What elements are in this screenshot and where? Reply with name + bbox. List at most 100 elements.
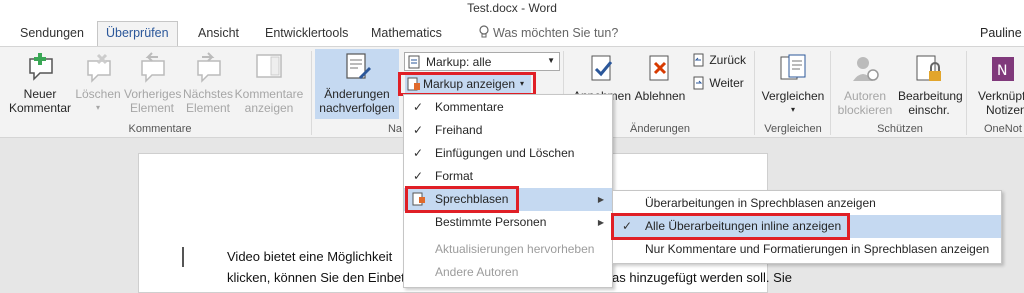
group-label-onenote: OneNot: [984, 123, 1022, 135]
menu-item-label: Aktualisierungen hervorheben: [435, 242, 595, 256]
next-change-label: Weiter: [709, 76, 744, 90]
user-name[interactable]: Pauline F: [980, 22, 1024, 44]
show-comments-label-1: Kommentare: [234, 87, 304, 101]
accept-icon: [591, 55, 613, 81]
block-authors-button[interactable]: Autoren blockieren: [834, 53, 896, 117]
next-change-icon: [693, 76, 704, 90]
ribbon-tabs: Sendungen Überprüfen Ansicht Entwicklert…: [0, 18, 1024, 47]
group-label-protect: Schützen: [877, 123, 923, 135]
tell-me-label: Was möchten Sie tun?: [493, 26, 619, 40]
check-icon: ✓: [413, 100, 424, 114]
lightbulb-icon: [479, 25, 489, 38]
reject-button[interactable]: Ablehnen: [632, 53, 688, 103]
check-icon: ✓: [413, 169, 424, 183]
restrict-editing-icon: [916, 55, 941, 81]
tab-ueberpruefen[interactable]: Überprüfen: [97, 21, 178, 47]
menu-item-label: Format: [435, 169, 474, 183]
chevron-down-icon: ▼: [547, 56, 555, 65]
track-changes-label-2: nachverfolgen: [319, 101, 395, 115]
next-label-1: Nächstes: [183, 87, 234, 101]
menu-item-label: Einfügungen und Löschen: [435, 146, 575, 160]
document-line-1: Video bietet eine Möglichkeit: [227, 249, 393, 264]
track-changes-label-1: Änderungen: [324, 87, 390, 101]
block-authors-label-2: blockieren: [837, 103, 893, 117]
compare-label: Vergleichen: [761, 89, 825, 103]
restrict-editing-label-1: Bearbeitung: [898, 89, 963, 103]
new-comment-label-1: Neuer: [23, 87, 57, 101]
markup-select-value: Markup: alle: [426, 55, 492, 69]
check-icon: ✓: [413, 123, 424, 137]
next-label-2: Element: [185, 101, 231, 115]
menu-item-ink[interactable]: ✓ Freihand: [404, 119, 612, 142]
compare-icon: [780, 54, 806, 80]
submenu-arrow-icon: ▶: [597, 218, 604, 227]
track-changes-icon: [346, 53, 371, 79]
block-authors-icon: [853, 57, 879, 81]
restrict-editing-button[interactable]: Bearbeitung einschr.: [898, 53, 963, 117]
submenu-item-label: Nur Kommentare und Formatierungen in Spr…: [645, 242, 990, 256]
submenu-item-comments-formatting-balloons[interactable]: Nur Kommentare und Formatierungen in Spr…: [613, 238, 1001, 261]
menu-item-insertions-deletions[interactable]: ✓ Einfügungen und Löschen: [404, 142, 612, 165]
menu-item-highlight-updates: Aktualisierungen hervorheben: [404, 238, 612, 261]
change-bar: [182, 247, 184, 267]
tab-entwicklertools[interactable]: Entwicklertools: [257, 22, 356, 46]
menu-item-label: Kommentare: [435, 100, 504, 114]
linked-notes-button[interactable]: N Verknüpf Notizen: [972, 53, 1024, 117]
submenu-item-label: Überarbeitungen in Sprechblasen anzeigen: [645, 196, 876, 210]
previous-change-label: Zurück: [709, 53, 747, 67]
group-label-comments: Kommentare: [128, 123, 192, 135]
document-line-2a: klicken, können Sie den Einbet: [227, 270, 405, 285]
menu-item-other-authors: Andere Autoren: [404, 261, 612, 284]
svg-text:N: N: [997, 63, 1007, 79]
markup-select[interactable]: Markup: alle ▼: [404, 52, 560, 71]
previous-change-button[interactable]: Zurück: [692, 53, 746, 67]
tab-sendungen[interactable]: Sendungen: [12, 22, 92, 46]
compare-dropdown-icon: ▾: [790, 105, 795, 114]
next-comment-icon: [197, 52, 221, 83]
group-label-tracking: Na: [387, 123, 403, 135]
group-separator: [311, 51, 312, 135]
menu-item-label: Freihand: [435, 123, 483, 137]
tab-ansicht[interactable]: Ansicht: [190, 22, 247, 46]
delete-comment-button[interactable]: Löschen ▾: [74, 51, 122, 115]
reject-icon: [649, 55, 669, 81]
new-comment-icon: [29, 53, 53, 81]
previous-comment-icon: [141, 52, 165, 83]
previous-change-icon: [693, 53, 704, 67]
delete-label: Löschen: [75, 87, 121, 101]
callout-markup-anzeigen: [398, 72, 536, 96]
markup-icon: [408, 55, 420, 69]
track-changes-button[interactable]: Änderungen nachverfolgen: [315, 49, 399, 119]
document-line-2b: as hinzugefügt werden soll. Sie: [612, 270, 792, 285]
new-comment-label-2: Kommentar: [8, 101, 72, 115]
previous-comment-button[interactable]: Vorheriges Element: [124, 51, 182, 115]
callout-inline: [611, 213, 850, 240]
group-separator: [830, 51, 831, 135]
linked-notes-label-2: Notizen: [986, 103, 1024, 117]
block-authors-label-1: Autoren: [843, 89, 887, 103]
show-comments-button[interactable]: Kommentare anzeigen: [234, 51, 304, 115]
submenu-arrow-icon: ▶: [597, 195, 604, 204]
window-title: Test.docx - Word: [0, 0, 1024, 18]
new-comment-button[interactable]: Neuer Kommentar: [8, 51, 72, 115]
tab-mathematics[interactable]: Mathematics: [363, 22, 450, 46]
callout-sprechblasen: [405, 186, 519, 213]
show-comments-label-2: anzeigen: [244, 101, 294, 115]
delete-dropdown-icon: ▾: [95, 103, 100, 112]
menu-item-label: Andere Autoren: [435, 265, 519, 279]
show-comments-icon: [256, 54, 282, 78]
tell-me-box[interactable]: Was möchten Sie tun?: [478, 22, 618, 44]
menu-item-formatting[interactable]: ✓ Format: [404, 165, 612, 188]
previous-label-1: Vorheriges: [124, 87, 182, 101]
menu-item-comments[interactable]: ✓ Kommentare: [404, 96, 612, 119]
menu-item-specific-people[interactable]: Bestimmte Personen ▶: [404, 211, 612, 234]
group-label-changes: Änderungen: [630, 123, 690, 135]
group-label-compare: Vergleichen: [764, 123, 822, 135]
restrict-editing-label-2: einschr.: [908, 103, 950, 117]
previous-label-2: Element: [129, 101, 175, 115]
compare-button[interactable]: Vergleichen ▾: [760, 53, 826, 117]
next-change-button[interactable]: Weiter: [692, 76, 744, 90]
menu-item-label: Bestimmte Personen: [435, 215, 547, 229]
submenu-item-revisions-in-balloons[interactable]: Überarbeitungen in Sprechblasen anzeigen: [613, 192, 1001, 215]
next-comment-button[interactable]: Nächstes Element: [183, 51, 233, 115]
